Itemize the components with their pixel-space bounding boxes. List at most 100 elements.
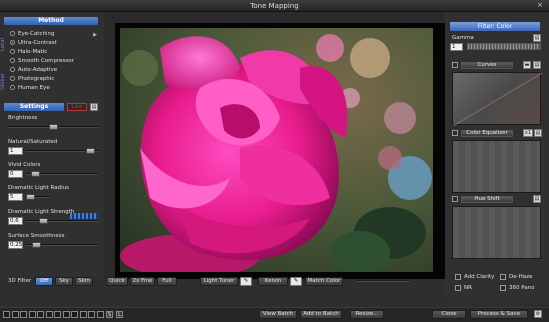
method-option[interactable]: Auto-Adaptive [10, 66, 57, 74]
live-button[interactable]: Live [67, 103, 87, 111]
hue-shift-button[interactable]: Hue Shift [461, 196, 513, 203]
image-preview[interactable] [120, 28, 433, 272]
pano-360-checkbox[interactable] [500, 285, 506, 291]
curves-button[interactable]: Curves [461, 62, 513, 69]
setting-label: Surface Smoothness [8, 233, 65, 239]
method-option[interactable]: Eye-Catching [10, 30, 54, 38]
preset-slot[interactable] [62, 311, 70, 318]
setting-value-input[interactable]: 1 [8, 147, 23, 155]
left-panel: Method Local Global Eye-Catching Ultra-Co… [0, 13, 104, 278]
expand-arrow-icon[interactable]: ▶ [93, 32, 97, 38]
hue-shift-graph[interactable] [452, 206, 541, 259]
gamma-reset-icon[interactable]: ▤ [533, 34, 541, 42]
preset-slot[interactable] [20, 311, 27, 318]
tab-local[interactable]: Local [0, 31, 6, 59]
equalizer-multiplier[interactable]: x1 [523, 129, 533, 137]
curves-menu-icon[interactable]: ▬ [523, 61, 531, 69]
settings-header: Settings [4, 103, 64, 111]
match-color-button[interactable]: Match Color [305, 277, 343, 286]
load-slot-button[interactable]: L [116, 311, 123, 318]
setting-label: Natural/Saturated [8, 139, 58, 145]
preset-slot[interactable] [37, 311, 44, 318]
right-panel: Filter: Color Gamma ▤ 1 Curves ▬ ▤ Color… [445, 13, 549, 298]
hue-shift-checkbox[interactable] [452, 196, 458, 202]
de-haze-checkbox[interactable] [500, 274, 506, 280]
setting-label: Dramatic Light Strength [8, 209, 75, 215]
setting-value-input[interactable]: 5 [8, 193, 23, 201]
quick-button[interactable]: Quick [106, 277, 128, 286]
method-label: Smooth Compressor [18, 58, 74, 64]
preset-slot[interactable] [28, 311, 36, 318]
radio-icon[interactable] [10, 58, 15, 63]
radio-icon[interactable] [10, 40, 15, 45]
radio-icon[interactable] [10, 85, 15, 90]
filter-3d-label: 3D Filter [8, 278, 32, 284]
setting-slider[interactable] [26, 220, 98, 222]
radius-preview-strip [70, 213, 98, 219]
radio-icon[interactable] [10, 49, 15, 54]
equalizer-checkbox[interactable] [452, 130, 458, 136]
method-label: Human Eye [18, 85, 50, 91]
radio-icon[interactable] [10, 76, 15, 81]
filter-3d-sky[interactable]: Sky [55, 277, 73, 286]
method-option[interactable]: Ultra-Contrast [10, 39, 57, 47]
add-to-batch-button[interactable]: Add to Batch [300, 310, 342, 319]
setting-value-input[interactable]: 0.6 [8, 217, 23, 225]
preset-slot[interactable] [79, 311, 87, 318]
method-option[interactable]: Photographic [10, 75, 54, 83]
radio-icon[interactable] [10, 67, 15, 72]
save-preset-icon[interactable]: ▤ [90, 103, 98, 111]
preset-slot[interactable] [11, 311, 19, 318]
filter-3d-skin[interactable]: Skin [75, 277, 93, 286]
fine-2x-button[interactable]: 2x Fine [130, 277, 155, 286]
picker-icon[interactable]: ✎ [290, 277, 302, 286]
preset-slot[interactable] [71, 311, 78, 318]
add-clarity-checkbox[interactable] [455, 274, 461, 280]
curves-graph[interactable] [452, 72, 543, 127]
slider-thumb[interactable] [26, 194, 36, 200]
slider-thumb[interactable] [48, 124, 58, 130]
setting-value-input[interactable]: 0 [8, 170, 23, 178]
preset-slot[interactable] [88, 311, 95, 318]
equalizer-reset-icon[interactable]: ▤ [534, 129, 542, 137]
save-slot-button[interactable]: S [106, 311, 113, 318]
color-equalizer-button[interactable]: Color Equalizer [461, 130, 513, 137]
color-equalizer-graph[interactable] [452, 140, 541, 193]
tuner-slider[interactable] [356, 280, 410, 282]
method-option[interactable]: Human Eye [10, 84, 50, 92]
method-label: Auto-Adaptive [18, 67, 58, 73]
gamma-slider[interactable] [467, 43, 541, 50]
full-button[interactable]: Full [157, 277, 177, 286]
setting-value-input[interactable]: 0.25 [8, 241, 23, 249]
slider-thumb[interactable] [31, 171, 41, 177]
light-tuner-button[interactable]: Light Tuner [200, 277, 238, 286]
hue-shift-reset-icon[interactable]: ▤ [533, 195, 541, 203]
slider-thumb[interactable] [38, 218, 48, 224]
slider-thumb[interactable] [32, 242, 42, 248]
de-haze-label: De-Haze [509, 274, 533, 280]
resize-button[interactable]: Resize... [350, 310, 384, 319]
filter-3d-off[interactable]: Off [35, 277, 53, 286]
kelvin-button[interactable]: Kelvin [258, 277, 288, 286]
settings-gear-icon[interactable]: ⚙ [534, 310, 542, 318]
radio-icon[interactable] [10, 31, 15, 36]
preset-slot[interactable] [96, 311, 104, 318]
nr-checkbox[interactable] [455, 285, 461, 291]
preset-slot[interactable] [3, 311, 10, 318]
eyedropper-icon[interactable]: ✎ [240, 277, 252, 286]
process-save-button[interactable]: Process & Save [470, 310, 528, 319]
preview-area [104, 13, 447, 279]
curves-checkbox[interactable] [452, 62, 458, 68]
view-batch-button[interactable]: View Batch [259, 310, 297, 319]
preset-slot[interactable] [54, 311, 61, 318]
slider-thumb[interactable] [85, 148, 95, 154]
method-option[interactable]: Smooth Compressor [10, 57, 74, 65]
close-button[interactable]: Close [432, 310, 466, 319]
method-option[interactable]: Halo-Matic [10, 48, 47, 56]
tab-global[interactable]: Global [0, 65, 6, 99]
preset-slot[interactable] [45, 311, 53, 318]
curves-reset-icon[interactable]: ▤ [533, 61, 541, 69]
filter-header[interactable]: Filter: Color [450, 22, 540, 31]
gamma-input[interactable]: 1 [450, 43, 463, 51]
close-icon[interactable]: × [535, 1, 545, 10]
